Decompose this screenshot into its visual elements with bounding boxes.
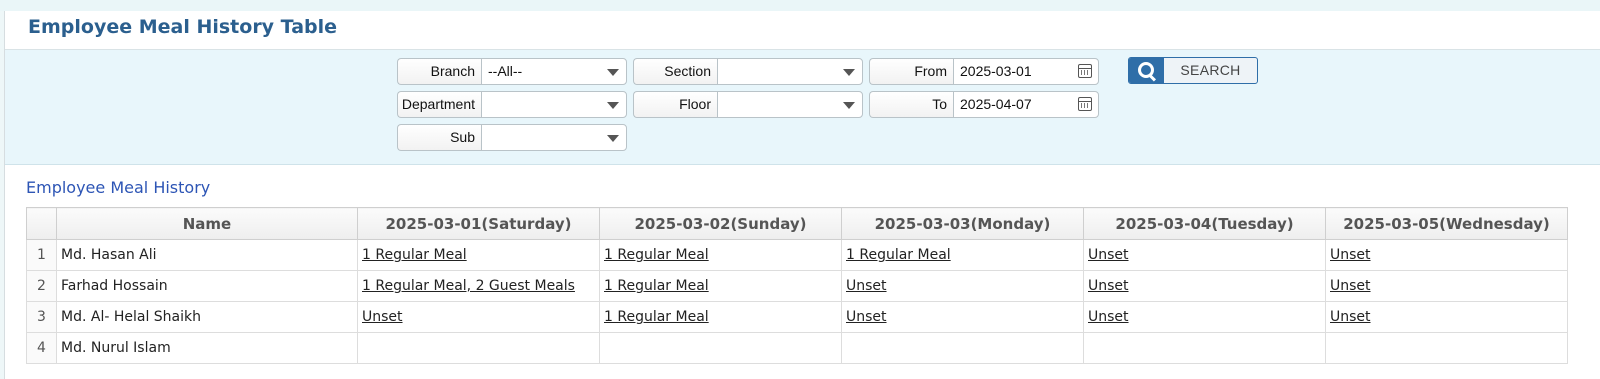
branch-label: Branch (397, 58, 481, 85)
meal-link[interactable]: Unset (1088, 247, 1129, 263)
column-header-date[interactable]: 2025-03-01(Saturday) (357, 207, 600, 240)
search-button[interactable]: SEARCH (1128, 57, 1258, 84)
table-row: 3 Md. Al- Helal Shaikh Unset 1 Regular M… (26, 301, 1568, 333)
top-strip (0, 0, 1600, 11)
meal-cell (1083, 332, 1326, 364)
row-number: 1 (26, 239, 57, 271)
sub-label: Sub (397, 124, 481, 151)
meal-link[interactable]: Unset (1330, 278, 1371, 294)
floor-label: Floor (633, 91, 717, 118)
meal-cell: Unset (1325, 239, 1568, 271)
employee-name: Md. Hasan Ali (56, 239, 358, 271)
meal-cell (357, 332, 600, 364)
row-number: 3 (26, 301, 57, 333)
meal-cell: Unset (1083, 270, 1326, 302)
meal-link[interactable]: 1 Regular Meal (604, 278, 709, 294)
to-date-value: 2025-04-07 (960, 96, 1032, 112)
history-section-title: Employee Meal History (26, 178, 211, 197)
main-panel: Employee Meal History Table Branch --All… (4, 11, 1600, 379)
to-date-input[interactable]: 2025-04-07 (953, 91, 1099, 118)
meal-link[interactable]: 1 Regular Meal (604, 309, 709, 325)
meal-cell (599, 332, 842, 364)
column-header-rownum (26, 207, 57, 240)
sub-select[interactable] (481, 124, 627, 151)
meal-cell (1325, 332, 1568, 364)
meal-cell: 1 Regular Meal (599, 301, 842, 333)
floor-select[interactable] (717, 91, 863, 118)
search-icon (1129, 58, 1164, 83)
column-header-date[interactable]: 2025-03-04(Tuesday) (1083, 207, 1326, 240)
table-row: 4 Md. Nurul Islam (26, 332, 1568, 364)
column-header-date[interactable]: 2025-03-02(Sunday) (599, 207, 842, 240)
meal-cell: 1 Regular Meal (357, 239, 600, 271)
meal-link[interactable]: 1 Regular Meal (846, 247, 951, 263)
meal-link[interactable]: Unset (846, 278, 887, 294)
branch-select[interactable]: --All-- (481, 58, 627, 85)
title-bar: Employee Meal History Table (5, 11, 1600, 50)
department-select[interactable] (481, 91, 627, 118)
to-label: To (869, 91, 953, 118)
calendar-icon[interactable] (1078, 64, 1092, 78)
meal-link[interactable]: Unset (1330, 309, 1371, 325)
meal-link[interactable]: 1 Regular Meal (362, 247, 467, 263)
from-label: From (869, 58, 953, 85)
row-number: 4 (26, 332, 57, 364)
department-label: Department (397, 91, 481, 118)
meal-cell: 1 Regular Meal, 2 Guest Meals (357, 270, 600, 302)
column-header-date[interactable]: 2025-03-03(Monday) (841, 207, 1084, 240)
meal-cell: Unset (841, 301, 1084, 333)
employee-name: Md. Nurul Islam (56, 332, 358, 364)
meal-cell: Unset (1083, 301, 1326, 333)
filter-area: Branch --All-- Section From 2025-03-01 S… (5, 50, 1600, 165)
meal-cell: 1 Regular Meal (599, 239, 842, 271)
meal-link[interactable]: 1 Regular Meal (604, 247, 709, 263)
row-number: 2 (26, 270, 57, 302)
meal-link[interactable]: Unset (846, 309, 887, 325)
column-header-date[interactable]: 2025-03-05(Wednesday) (1325, 207, 1568, 240)
from-date-value: 2025-03-01 (960, 63, 1032, 79)
table-row: 1 Md. Hasan Ali 1 Regular Meal 1 Regular… (26, 239, 1568, 271)
section-select[interactable] (717, 58, 863, 85)
chevron-down-icon (607, 102, 619, 109)
meal-cell: Unset (1325, 301, 1568, 333)
chevron-down-icon (843, 69, 855, 76)
page-title: Employee Meal History Table (28, 16, 338, 38)
branch-select-value: --All-- (488, 63, 523, 79)
meal-cell: Unset (841, 270, 1084, 302)
from-date-input[interactable]: 2025-03-01 (953, 58, 1099, 85)
calendar-icon[interactable] (1078, 97, 1092, 111)
search-button-label: SEARCH (1180, 62, 1241, 78)
meal-cell: Unset (1325, 270, 1568, 302)
section-label: Section (633, 58, 717, 85)
meal-cell: 1 Regular Meal (841, 239, 1084, 271)
meal-link[interactable]: Unset (1330, 247, 1371, 263)
meal-cell (841, 332, 1084, 364)
table-row: 2 Farhad Hossain 1 Regular Meal, 2 Guest… (26, 270, 1568, 302)
chevron-down-icon (607, 135, 619, 142)
table-header-row: Name 2025-03-01(Saturday) 2025-03-02(Sun… (26, 207, 1568, 240)
meal-history-table: Name 2025-03-01(Saturday) 2025-03-02(Sun… (26, 207, 1568, 364)
meal-link[interactable]: Unset (1088, 278, 1129, 294)
meal-link[interactable]: Unset (1088, 309, 1129, 325)
employee-name: Md. Al- Helal Shaikh (56, 301, 358, 333)
chevron-down-icon (607, 69, 619, 76)
chevron-down-icon (843, 102, 855, 109)
meal-cell: 1 Regular Meal (599, 270, 842, 302)
meal-cell: Unset (357, 301, 600, 333)
meal-link[interactable]: 1 Regular Meal, 2 Guest Meals (362, 278, 575, 294)
column-header-name[interactable]: Name (56, 207, 358, 240)
employee-name: Farhad Hossain (56, 270, 358, 302)
meal-link[interactable]: Unset (362, 309, 403, 325)
meal-cell: Unset (1083, 239, 1326, 271)
